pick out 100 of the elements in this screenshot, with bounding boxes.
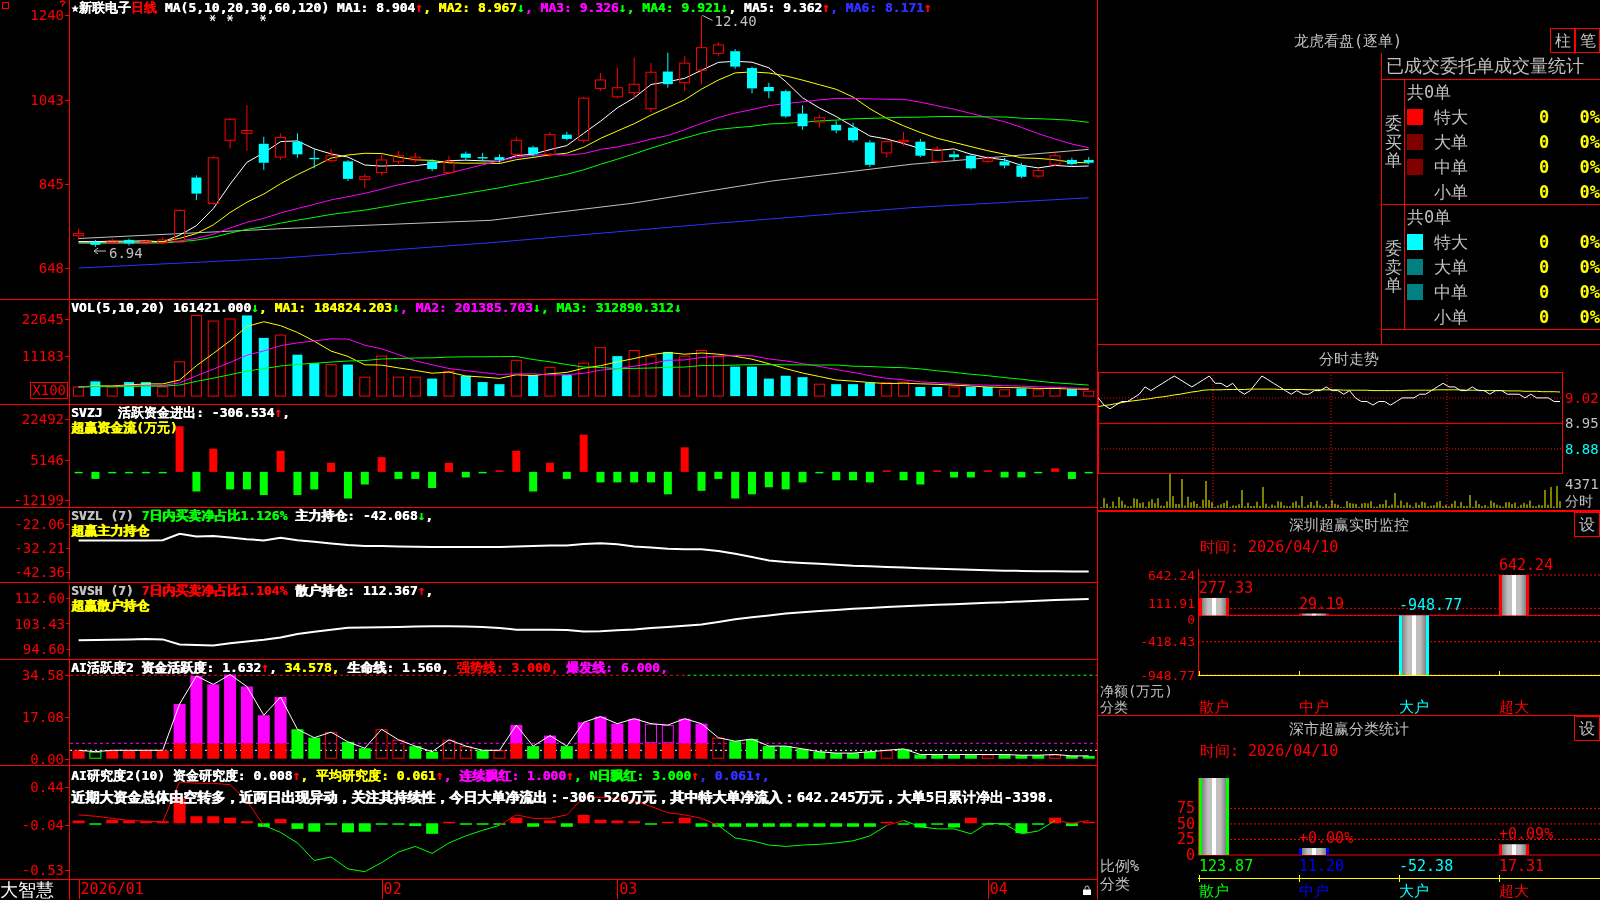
legend-text: , 0.061 [698,768,754,783]
axis-label: 112.60 [14,590,65,606]
order-percent: 0% [1579,181,1600,202]
axis-label: 0.44 [30,779,64,795]
axis-label: 845 [38,176,64,192]
legend-text: ↑ [565,768,574,783]
axis-label: -948.77 [1140,667,1195,683]
value-label: 642.24 [1499,557,1554,574]
axis-label: 22492 [21,411,64,427]
value-label: -948.77 [1399,596,1463,615]
date-label: 03 [617,880,638,899]
legend-text: AI研究度2(10) 资金研究度: 0.008 [71,768,293,783]
legend-text: , [425,508,434,523]
axis-label: 34.58 [21,667,64,683]
axis-label: 0 [1187,612,1195,628]
axis-label: 25 [1176,830,1195,849]
date-label: 2026/01 [78,880,144,899]
price-label: 6.94 [109,245,143,261]
order-percent: 0% [1579,107,1600,128]
order-size-label: 大单 [1434,257,1468,277]
legend-text: MA(5,10,20,30,60,120) MA1: 8.904 [163,0,416,15]
order-count: 0 [1538,257,1550,277]
leader-line [702,14,713,21]
date-label: 02 [381,880,402,899]
axis-label: -0.53 [21,862,64,878]
value-label: 29.19 [1299,594,1345,613]
category-label: 超大 [1499,698,1529,715]
legend-text: , [425,583,434,598]
legend-text: , MA1: 184824.203 [258,300,392,315]
asterisk-icon [209,14,217,22]
legend-text: ↑ [822,0,830,15]
legend-text: ↓ [532,300,541,315]
chart-bar [1299,613,1329,616]
marker-icon [59,0,66,7]
legend-text: VOL(5,10,20) 161421.000 [71,300,251,315]
view-toggle-button[interactable]: 笔 [1575,28,1600,53]
date-label: 04 [987,880,1008,899]
legend-text: ↑ [261,660,269,675]
category-label: 中户 [1299,698,1329,715]
axis-label: -32.21 [14,540,65,556]
asterisk-icon [259,14,267,22]
category-label: 散户 [1199,882,1229,900]
legend-text: , N日飘红: 3.000 [573,768,692,783]
brand-label: 大智慧 [0,880,54,900]
axis-label: 0.00 [30,751,64,767]
group-label: 委卖单 [1384,238,1402,296]
time-label: 时间: 2026/04/10 [1200,741,1339,760]
order-percent: 0% [1579,306,1600,327]
value-label: 123.87 [1199,857,1254,875]
order-size-label: 小单 [1434,181,1468,202]
legend-text: ↓ [618,0,627,15]
axis-title: 分类 [1100,875,1130,893]
legend-text: SVZJ 活跃资金进出: -306.534 [71,405,275,420]
axis-label: 111.91 [1148,596,1195,612]
axis-title: 净额(万元) [1100,683,1173,699]
order-size-label: 大单 [1434,132,1468,152]
value-label: 11.20 [1299,857,1345,875]
panel-title: 龙虎看盘(逐单) [1293,32,1403,50]
legend-text: ↑, [753,768,770,783]
order-percent: 0% [1579,156,1600,177]
legend-text: 生命线: 1.560, [346,660,449,675]
order-count: 0 [1538,156,1550,177]
chart-bar [1299,848,1329,855]
settings-button[interactable]: 设 [1574,512,1600,537]
axis-label: -22.06 [14,516,65,532]
legend-text: ↑ [417,583,426,598]
axis-label: -12199 [13,492,64,508]
legend-text: SVZL (7) [71,508,135,523]
panel-title: 深市超赢分类统计 [1289,719,1409,738]
axis-title: 比例% [1100,857,1140,875]
legend-text: ↓ [516,0,525,15]
legend-text: , MA2: 201385.703 [399,300,533,315]
legend-text: ↓ [673,300,682,315]
axis-label: 0 [1185,846,1195,864]
asterisk-icon [226,14,234,22]
price-axis-label: 8.88 [1565,440,1599,457]
order-count: 0 [1538,306,1550,327]
axis-label: 642.24 [1148,567,1195,583]
legend-text: ↑ [292,768,301,783]
legend-text: , MA2: 8.967 [422,0,517,15]
order-count: 0 [1538,281,1550,302]
legend-text: 主力持仓: -42.068 [294,508,418,523]
settings-button[interactable]: 设 [1574,716,1600,741]
volume-axis-label: 4371 [1565,476,1599,492]
order-count: 0 [1538,232,1550,253]
value-label: -52.38 [1399,857,1454,875]
view-toggle-button[interactable]: 柱 [1550,28,1575,53]
legend-text: , [282,405,290,420]
legend-text: 7日内买卖净占比1.126% [141,508,288,523]
legend-text: , MA6: 8.171 [829,0,924,15]
legend-text: , 连续飘红: 1.000 [443,768,566,783]
axis-label: 94.60 [22,641,65,657]
axis-label: 1240 [30,7,64,23]
axis-label: -42.36 [14,564,65,580]
category-label: 大户 [1399,698,1429,715]
order-percent: 0% [1579,132,1600,152]
group-label: 委买单 [1384,113,1402,171]
legend-text: , [268,660,277,675]
legend-text: 34.578, [283,660,340,675]
leader-line [93,247,107,255]
